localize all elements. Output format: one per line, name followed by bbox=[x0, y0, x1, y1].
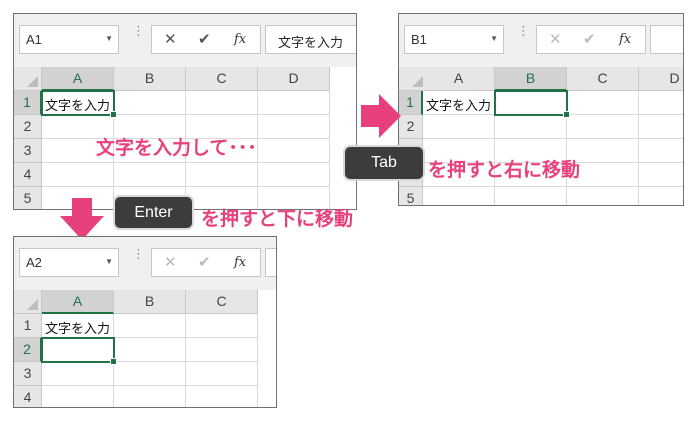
row-header-3[interactable]: 3 bbox=[14, 139, 42, 163]
cancel-icon[interactable]: ✕ bbox=[164, 253, 177, 271]
cell[interactable] bbox=[186, 338, 258, 362]
cell[interactable] bbox=[258, 91, 330, 115]
more-icon: ⋮ bbox=[132, 24, 145, 39]
arrow-right-icon bbox=[361, 94, 401, 138]
row-header-3[interactable]: 3 bbox=[14, 362, 42, 386]
cell[interactable] bbox=[423, 187, 495, 205]
formula-bar: B1 ▼ ⋮ ✕ ✔ fx bbox=[399, 14, 683, 67]
cell[interactable] bbox=[42, 386, 114, 407]
function-icon[interactable]: fx bbox=[619, 32, 631, 47]
column-header-b[interactable]: B bbox=[114, 290, 186, 314]
row-header-2[interactable]: 2 bbox=[14, 338, 42, 362]
enter-caption: を押すと下に移動 bbox=[201, 208, 354, 230]
cancel-icon[interactable]: ✕ bbox=[164, 30, 177, 48]
name-box-value: B1 bbox=[411, 32, 427, 47]
formula-buttons: ✕ ✔ fx bbox=[536, 25, 646, 54]
cell[interactable] bbox=[639, 139, 683, 163]
name-box-value: A1 bbox=[26, 32, 42, 47]
cell[interactable] bbox=[567, 187, 639, 205]
name-box-value: A2 bbox=[26, 255, 42, 270]
formula-input[interactable] bbox=[650, 25, 683, 54]
tab-caption: を押すと右に移動 bbox=[428, 159, 581, 181]
tab-key: Tab bbox=[345, 147, 423, 179]
cell[interactable] bbox=[114, 386, 186, 407]
cell[interactable] bbox=[114, 163, 186, 187]
select-all-corner[interactable] bbox=[14, 67, 42, 91]
column-header-a[interactable]: A bbox=[42, 67, 114, 91]
name-box[interactable]: A2 ▼ bbox=[19, 248, 119, 277]
cell[interactable] bbox=[114, 91, 186, 115]
column-header-a[interactable]: A bbox=[42, 290, 114, 314]
chevron-down-icon[interactable]: ▼ bbox=[490, 34, 498, 43]
cell-grid: A B C D 1 2 3 4 5 文字を入力 bbox=[399, 67, 683, 205]
cell[interactable] bbox=[567, 115, 639, 139]
enter-key: Enter bbox=[115, 197, 192, 228]
formula-bar: A2 ▼ ⋮ ✕ ✔ fx bbox=[14, 237, 276, 290]
cell[interactable] bbox=[495, 187, 567, 205]
row-header-4[interactable]: 4 bbox=[14, 163, 42, 187]
cell[interactable] bbox=[42, 163, 114, 187]
enter-icon[interactable]: ✔ bbox=[198, 30, 211, 48]
column-header-c[interactable]: C bbox=[567, 67, 639, 91]
active-cell-a1[interactable] bbox=[41, 90, 117, 118]
select-all-corner[interactable] bbox=[14, 290, 42, 314]
column-header-b[interactable]: B bbox=[495, 67, 567, 91]
cell[interactable] bbox=[495, 115, 567, 139]
cell[interactable] bbox=[114, 338, 186, 362]
chevron-down-icon[interactable]: ▼ bbox=[105, 34, 113, 43]
cell[interactable] bbox=[186, 314, 258, 338]
cell[interactable] bbox=[258, 115, 330, 139]
column-header-c[interactable]: C bbox=[186, 290, 258, 314]
function-icon[interactable]: fx bbox=[234, 32, 246, 47]
formula-bar: A1 ▼ ⋮ ✕ ✔ fx 文字を入力 bbox=[14, 14, 356, 67]
cell[interactable] bbox=[639, 187, 683, 205]
formula-buttons: ✕ ✔ fx bbox=[151, 248, 261, 277]
spreadsheet-window-3: A2 ▼ ⋮ ✕ ✔ fx A B C 1 2 3 4 文字を入力 bbox=[13, 236, 277, 408]
name-box[interactable]: A1 ▼ bbox=[19, 25, 119, 54]
cell[interactable] bbox=[639, 91, 683, 115]
cell[interactable] bbox=[186, 163, 258, 187]
cell[interactable] bbox=[186, 386, 258, 407]
formula-buttons: ✕ ✔ fx bbox=[151, 25, 261, 54]
row-header-5[interactable]: 5 bbox=[14, 187, 42, 209]
cell[interactable] bbox=[114, 314, 186, 338]
cell-grid: A B C 1 2 3 4 文字を入力 bbox=[14, 290, 276, 407]
cell[interactable] bbox=[639, 163, 683, 187]
cell[interactable] bbox=[258, 163, 330, 187]
enter-icon[interactable]: ✔ bbox=[198, 253, 211, 271]
cell-a1-text: 文字を入力 bbox=[45, 322, 111, 337]
active-cell-a2[interactable] bbox=[41, 337, 117, 365]
row-header-2[interactable]: 2 bbox=[14, 115, 42, 139]
row-header-1[interactable]: 1 bbox=[14, 314, 42, 338]
more-icon: ⋮ bbox=[132, 247, 145, 262]
column-header-d[interactable]: D bbox=[639, 67, 683, 91]
row-header-4[interactable]: 4 bbox=[14, 386, 42, 407]
typing-caption: 文字を入力して･･･ bbox=[96, 137, 257, 159]
spreadsheet-window-1: A1 ▼ ⋮ ✕ ✔ fx 文字を入力 A B C D 1 2 3 4 5 文字… bbox=[13, 13, 357, 210]
function-icon[interactable]: fx bbox=[234, 255, 246, 270]
column-header-c[interactable]: C bbox=[186, 67, 258, 91]
cell[interactable] bbox=[258, 139, 330, 163]
row-header-1[interactable]: 1 bbox=[14, 91, 42, 115]
formula-input[interactable] bbox=[265, 248, 276, 277]
cell[interactable] bbox=[114, 362, 186, 386]
cell[interactable] bbox=[567, 91, 639, 115]
active-cell-b1[interactable] bbox=[494, 90, 570, 118]
chevron-down-icon[interactable]: ▼ bbox=[105, 257, 113, 266]
row-header-5[interactable]: 5 bbox=[399, 187, 423, 205]
cell[interactable] bbox=[186, 91, 258, 115]
cell[interactable] bbox=[42, 362, 114, 386]
column-header-d[interactable]: D bbox=[258, 67, 330, 91]
column-header-a[interactable]: A bbox=[423, 67, 495, 91]
formula-input[interactable]: 文字を入力 bbox=[265, 25, 356, 54]
column-header-b[interactable]: B bbox=[114, 67, 186, 91]
cancel-icon[interactable]: ✕ bbox=[549, 30, 562, 48]
cell-a1-text: 文字を入力 bbox=[426, 99, 492, 114]
cell[interactable] bbox=[639, 115, 683, 139]
name-box[interactable]: B1 ▼ bbox=[404, 25, 504, 54]
cell[interactable] bbox=[186, 362, 258, 386]
enter-icon[interactable]: ✔ bbox=[583, 30, 596, 48]
cell[interactable] bbox=[423, 115, 495, 139]
more-icon: ⋮ bbox=[517, 24, 530, 39]
